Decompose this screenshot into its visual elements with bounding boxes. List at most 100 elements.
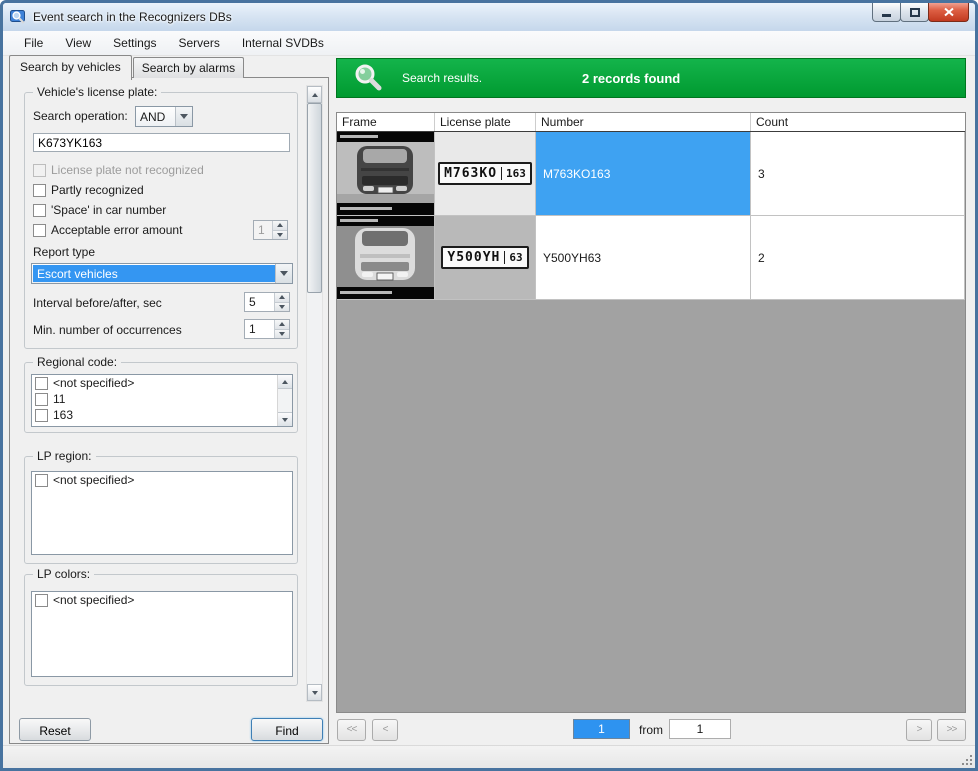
minimize-icon xyxy=(882,14,891,17)
menu-file[interactable]: File xyxy=(13,32,54,54)
checkbox-icon xyxy=(35,474,48,487)
lp-region-list[interactable]: <not specified> xyxy=(31,471,293,555)
list-item-label: <not specified> xyxy=(53,376,134,390)
spin-up-button[interactable] xyxy=(275,293,289,302)
checkbox-label: License plate not recognized xyxy=(51,163,204,177)
status-bar xyxy=(3,745,975,768)
spin-up-button[interactable] xyxy=(275,320,289,329)
column-header-number[interactable]: Number xyxy=(536,113,751,131)
list-item[interactable]: 11 xyxy=(32,391,292,407)
count-cell[interactable]: 3 xyxy=(751,132,965,215)
list-item[interactable]: <not specified> xyxy=(32,472,292,488)
list-scrollbar[interactable] xyxy=(277,375,292,426)
menu-settings[interactable]: Settings xyxy=(102,32,167,54)
plate-region: 163 xyxy=(501,167,526,180)
find-button[interactable]: Find xyxy=(251,718,323,741)
vehicle-frame-image xyxy=(337,216,434,299)
lp-colors-list[interactable]: <not specified> xyxy=(31,591,293,677)
resize-grip-icon[interactable] xyxy=(960,753,972,765)
plate-number: M763KO xyxy=(444,166,497,181)
spin-down-button[interactable] xyxy=(275,329,289,339)
frame-image-cell[interactable] xyxy=(337,132,435,215)
menu-internal-svdbs[interactable]: Internal SVDBs xyxy=(231,32,335,54)
checkbox-acceptable-error-amount[interactable]: Acceptable error amount xyxy=(33,223,182,237)
tab-search-by-alarms[interactable]: Search by alarms xyxy=(133,57,244,78)
frame-image-cell[interactable] xyxy=(337,216,435,299)
list-item[interactable]: <not specified> xyxy=(32,375,292,391)
scroll-up-icon[interactable] xyxy=(278,375,292,389)
search-results-banner: Search results. 2 records found xyxy=(336,58,966,98)
prev-page-button[interactable]: < xyxy=(372,719,398,741)
interval-spinner[interactable]: 5 xyxy=(244,292,290,312)
app-window: Event search in the Recognizers DBs File… xyxy=(0,0,978,771)
group-regional-code: Regional code: <not specified> 11 163 xyxy=(24,362,298,433)
count-cell[interactable]: 2 xyxy=(751,216,965,299)
list-item-label: <not specified> xyxy=(53,593,134,607)
checkbox-license-plate-not-recognized[interactable]: License plate not recognized xyxy=(33,163,204,177)
spin-down-button[interactable] xyxy=(273,230,287,240)
list-item[interactable]: 163 xyxy=(32,407,292,423)
chevron-down-icon xyxy=(175,107,192,126)
list-item-label: <not specified> xyxy=(53,473,134,487)
window-controls xyxy=(873,3,969,22)
next-page-button[interactable]: > xyxy=(906,719,932,741)
column-header-license-plate[interactable]: License plate xyxy=(435,113,536,131)
report-type-select[interactable]: Escort vehicles xyxy=(31,263,293,284)
results-table: Frame License plate Number Count xyxy=(336,112,966,713)
list-item[interactable]: <not specified> xyxy=(32,592,292,608)
scroll-down-icon[interactable] xyxy=(278,412,292,426)
checkbox-partly-recognized[interactable]: Partly recognized xyxy=(33,183,144,197)
group-lp-colors: LP colors: <not specified> xyxy=(24,574,298,686)
maximize-button[interactable] xyxy=(900,3,929,22)
table-row[interactable]: M763KO 163 M763KO163 3 xyxy=(337,132,965,216)
first-page-button[interactable]: << xyxy=(337,719,366,741)
maximize-icon xyxy=(910,8,920,17)
spin-down-button[interactable] xyxy=(275,302,289,312)
vertical-scrollbar[interactable] xyxy=(306,85,323,702)
vehicle-frame-image xyxy=(337,132,434,215)
magnifier-icon xyxy=(352,62,384,94)
report-type-value: Escort vehicles xyxy=(33,265,275,282)
table-row[interactable]: Y500YH 63 Y500YH63 2 xyxy=(337,216,965,300)
reset-button[interactable]: Reset xyxy=(19,718,91,741)
spinner-value: 1 xyxy=(254,221,272,239)
regional-code-list[interactable]: <not specified> 11 163 xyxy=(31,374,293,427)
scroll-down-icon[interactable] xyxy=(307,684,322,701)
chevron-down-icon xyxy=(275,264,292,283)
group-title: LP colors: xyxy=(33,567,94,581)
search-operation-value: AND xyxy=(136,107,175,126)
checkbox-space-in-car-number[interactable]: 'Space' in car number xyxy=(33,203,166,217)
minimize-button[interactable] xyxy=(872,3,901,22)
plate-image-cell[interactable]: M763KO 163 xyxy=(435,132,536,215)
last-page-button[interactable]: >> xyxy=(937,719,966,741)
number-cell[interactable]: Y500YH63 xyxy=(536,216,751,299)
menu-servers[interactable]: Servers xyxy=(168,32,231,54)
group-title: Vehicle's license plate: xyxy=(33,85,161,99)
window-title: Event search in the Recognizers DBs xyxy=(33,10,232,24)
license-plate-input[interactable] xyxy=(33,133,290,152)
search-operation-select[interactable]: AND xyxy=(135,106,193,127)
checkbox-icon xyxy=(35,377,48,390)
table-empty-area xyxy=(337,300,965,712)
checkbox-icon xyxy=(33,204,46,217)
error-amount-spinner[interactable]: 1 xyxy=(253,220,288,240)
column-header-count[interactable]: Count xyxy=(751,113,965,131)
spinner-value: 1 xyxy=(245,320,274,338)
scroll-up-icon[interactable] xyxy=(307,86,322,103)
current-page-input[interactable] xyxy=(573,719,630,739)
plate-image-cell[interactable]: Y500YH 63 xyxy=(435,216,536,299)
plate-number: Y500YH xyxy=(447,250,500,265)
tab-search-by-vehicles[interactable]: Search by vehicles xyxy=(9,55,132,80)
column-header-frame[interactable]: Frame xyxy=(337,113,435,131)
min-occurrences-spinner[interactable]: 1 xyxy=(244,319,290,339)
search-panel: Vehicle's license plate: Search operatio… xyxy=(9,77,329,744)
scrollbar-thumb[interactable] xyxy=(307,103,322,293)
close-button[interactable] xyxy=(928,3,969,22)
title-bar[interactable]: Event search in the Recognizers DBs xyxy=(3,3,975,31)
app-icon xyxy=(10,9,27,25)
menu-view[interactable]: View xyxy=(54,32,102,54)
group-vehicle-license-plate: Vehicle's license plate: Search operatio… xyxy=(24,92,298,349)
number-cell-selected[interactable]: M763KO163 xyxy=(536,132,751,215)
checkbox-icon xyxy=(33,184,46,197)
spin-up-button[interactable] xyxy=(273,221,287,230)
